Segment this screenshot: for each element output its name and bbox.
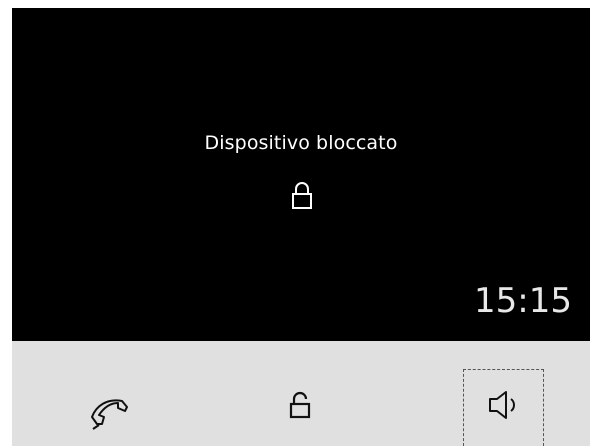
speaker-button[interactable] [463,369,544,446]
speaker-icon [487,370,521,425]
intercom-panel: Dispositivo bloccato 15:15 [12,8,590,446]
call-button[interactable] [69,369,149,446]
lock-icon [291,181,313,211]
clock: 15:15 [474,281,572,321]
unlock-icon [288,369,312,426]
unlock-button[interactable] [260,369,340,446]
phone-handset-icon [89,369,129,438]
video-screen: Dispositivo bloccato 15:15 [12,8,590,341]
lock-status-message: Dispositivo bloccato [204,132,398,154]
bottom-toolbar [12,341,590,446]
